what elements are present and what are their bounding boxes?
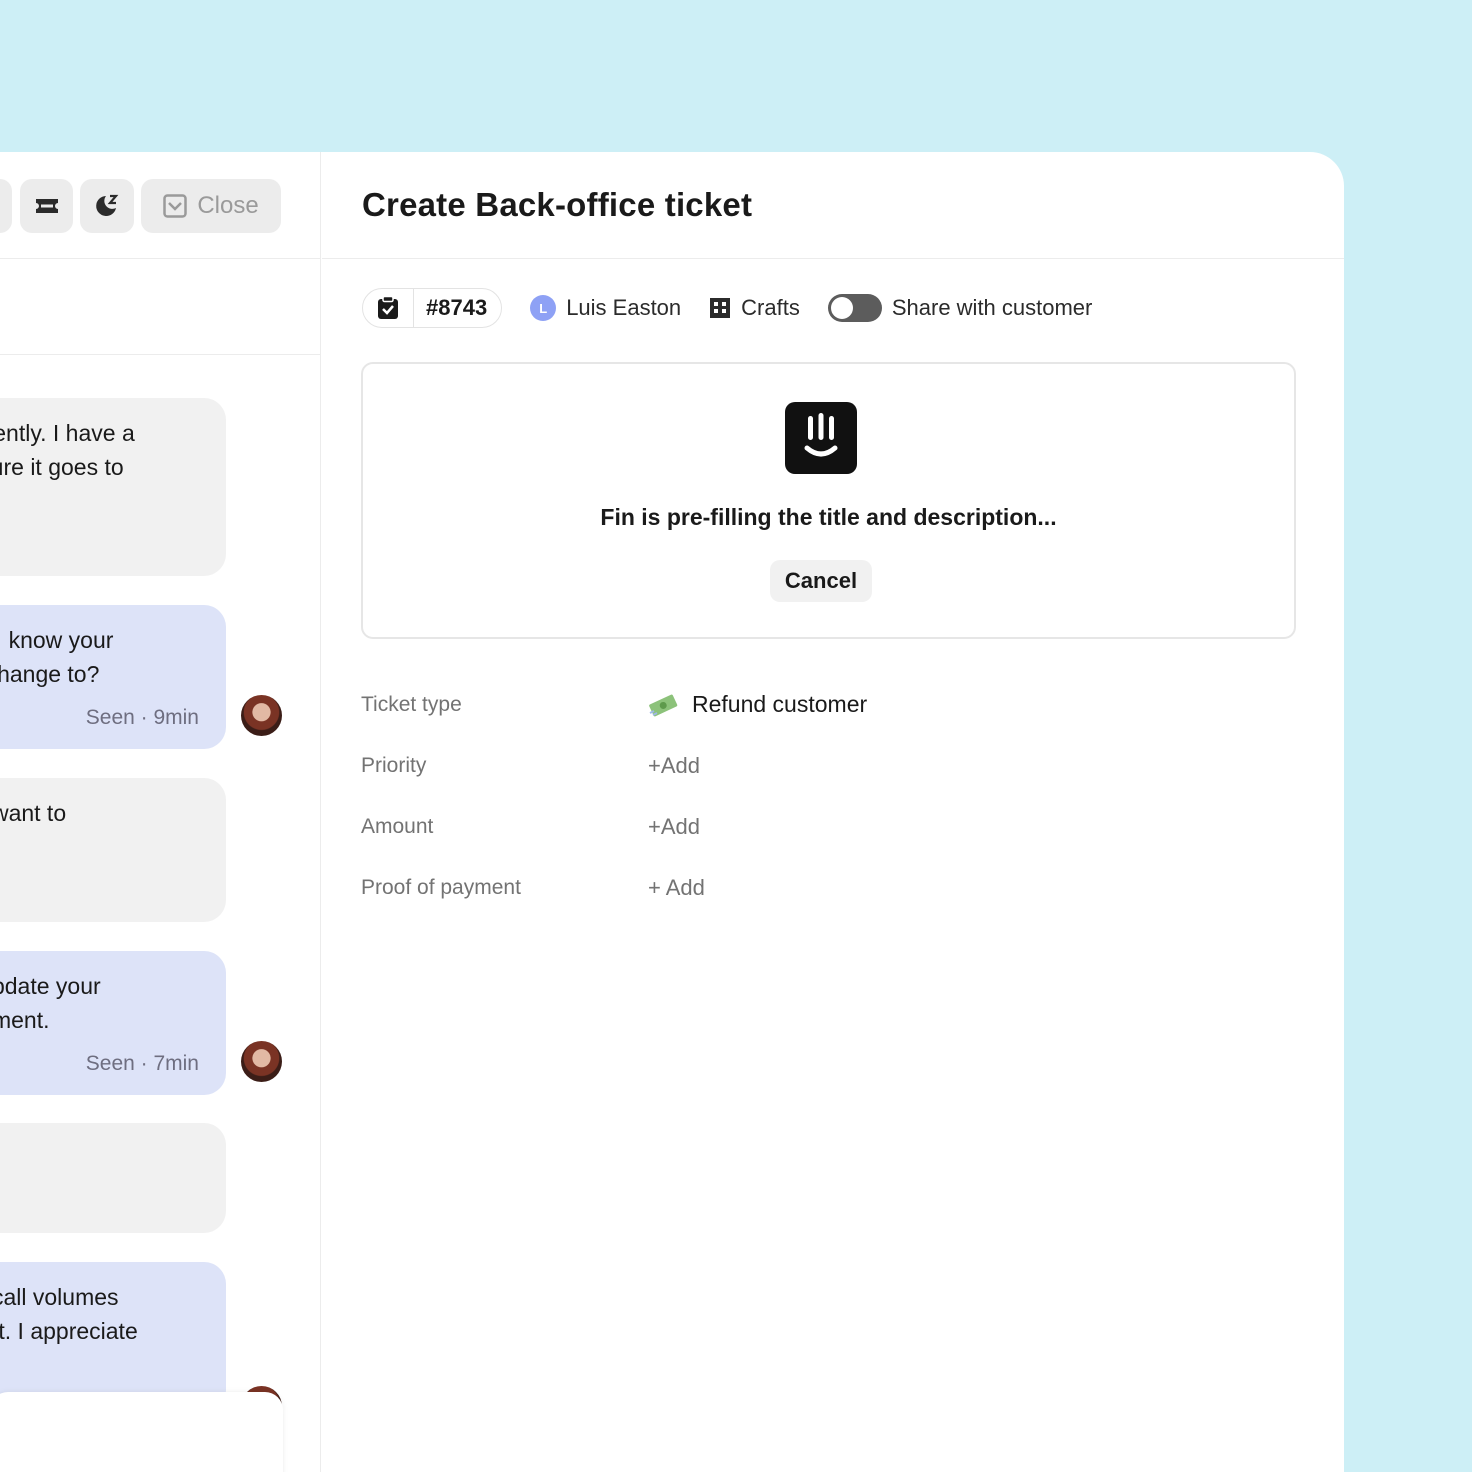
- message-line: moment.: [0, 1007, 50, 1033]
- customer-message: urgently. I have a e sure it goes to: [0, 398, 226, 576]
- message-line: e update your: [0, 973, 101, 999]
- add-proof-button[interactable]: + Add: [648, 875, 705, 901]
- ticket-meta-row: #8743 L Luis Easton Crafts Share with cu…: [362, 288, 1092, 328]
- share-with-customer: Share with customer: [827, 294, 1093, 322]
- field-amount: Amount +Add: [361, 796, 1261, 857]
- toolbar-button-partial[interactable]: [0, 179, 12, 233]
- customer-message: d I want to: [0, 778, 226, 922]
- cancel-button[interactable]: Cancel: [770, 560, 872, 602]
- fin-logo-icon: [785, 402, 857, 474]
- fin-status-text: Fin is pre-filling the title and descrip…: [600, 504, 1057, 530]
- clipboard-check-icon: [378, 296, 398, 319]
- panel-header: Create Back-office ticket: [322, 152, 1344, 259]
- agent-message: e update your moment. Seen · 7min: [0, 951, 226, 1095]
- close-inbox-icon: [163, 194, 188, 218]
- message-line: lay I know your: [0, 627, 114, 653]
- reply-composer[interactable]: [0, 1392, 283, 1472]
- avatar: [241, 695, 282, 736]
- ticket-icon: [35, 199, 58, 213]
- company-name: Crafts: [741, 295, 800, 320]
- field-label: Priority: [361, 753, 427, 777]
- share-toggle[interactable]: [827, 294, 882, 322]
- ticket-type-value[interactable]: Refund customer: [648, 691, 867, 718]
- close-conversation-button[interactable]: Close: [141, 179, 281, 233]
- agent-message: gh call volumes ount. I appreciate: [0, 1262, 226, 1412]
- close-label: Close: [197, 192, 259, 219]
- snooze-button[interactable]: [80, 179, 134, 233]
- message-line: ount. I appreciate: [0, 1318, 138, 1344]
- assignee-name: Luis Easton: [566, 295, 682, 320]
- avatar: [241, 1041, 282, 1082]
- conversation-pane: Close urgently. I have a e sure it goes …: [0, 152, 321, 1472]
- app-window: Close urgently. I have a e sure it goes …: [0, 152, 1344, 1472]
- assignee-avatar: L: [530, 295, 557, 321]
- message-line: e sure it goes to: [0, 454, 124, 480]
- add-amount-button[interactable]: +Add: [648, 814, 700, 840]
- ticket-fields: Ticket type Refund customer Priority +Ad…: [361, 674, 1261, 918]
- chip-divider: [413, 288, 414, 328]
- money-icon: [649, 694, 678, 716]
- field-proof-of-payment: Proof of payment + Add: [361, 857, 1261, 918]
- building-icon: [710, 298, 731, 318]
- add-priority-button[interactable]: +Add: [648, 753, 700, 779]
- field-label: Amount: [361, 814, 434, 838]
- ticket-panel: Create Back-office ticket #8743 L Luis E…: [322, 152, 1344, 1472]
- field-ticket-type: Ticket type Refund customer: [361, 674, 1261, 735]
- ticket-id: #8743: [426, 295, 488, 320]
- field-label: Proof of payment: [361, 875, 521, 899]
- company[interactable]: Crafts: [709, 295, 800, 321]
- field-priority: Priority +Add: [361, 735, 1261, 796]
- fin-prefill-card: Fin is pre-filling the title and descrip…: [361, 362, 1296, 639]
- page-title: Create Back-office ticket: [362, 186, 753, 223]
- snooze-icon: [96, 194, 119, 216]
- assignee[interactable]: L Luis Easton: [530, 295, 681, 321]
- message-line: to change to?: [0, 661, 100, 687]
- message-line: gh call volumes: [0, 1284, 119, 1310]
- seen-status: Seen · 7min: [85, 1052, 199, 1075]
- seen-status: Seen · 9min: [85, 706, 199, 729]
- share-label: Share with customer: [891, 295, 1093, 320]
- ticket-button[interactable]: [20, 179, 73, 233]
- message-line: urgently. I have a: [0, 420, 135, 446]
- conversation-subheader: [0, 259, 320, 355]
- ticket-type-text: Refund customer: [692, 691, 868, 717]
- toggle-knob: [830, 297, 853, 319]
- agent-message: lay I know your to change to? Seen · 9mi…: [0, 605, 226, 749]
- ticket-id-chip[interactable]: #8743: [362, 288, 503, 328]
- field-label: Ticket type: [361, 692, 462, 716]
- customer-message: [0, 1123, 226, 1233]
- conversation-toolbar: Close: [0, 152, 320, 259]
- message-line: d I want to: [0, 800, 67, 826]
